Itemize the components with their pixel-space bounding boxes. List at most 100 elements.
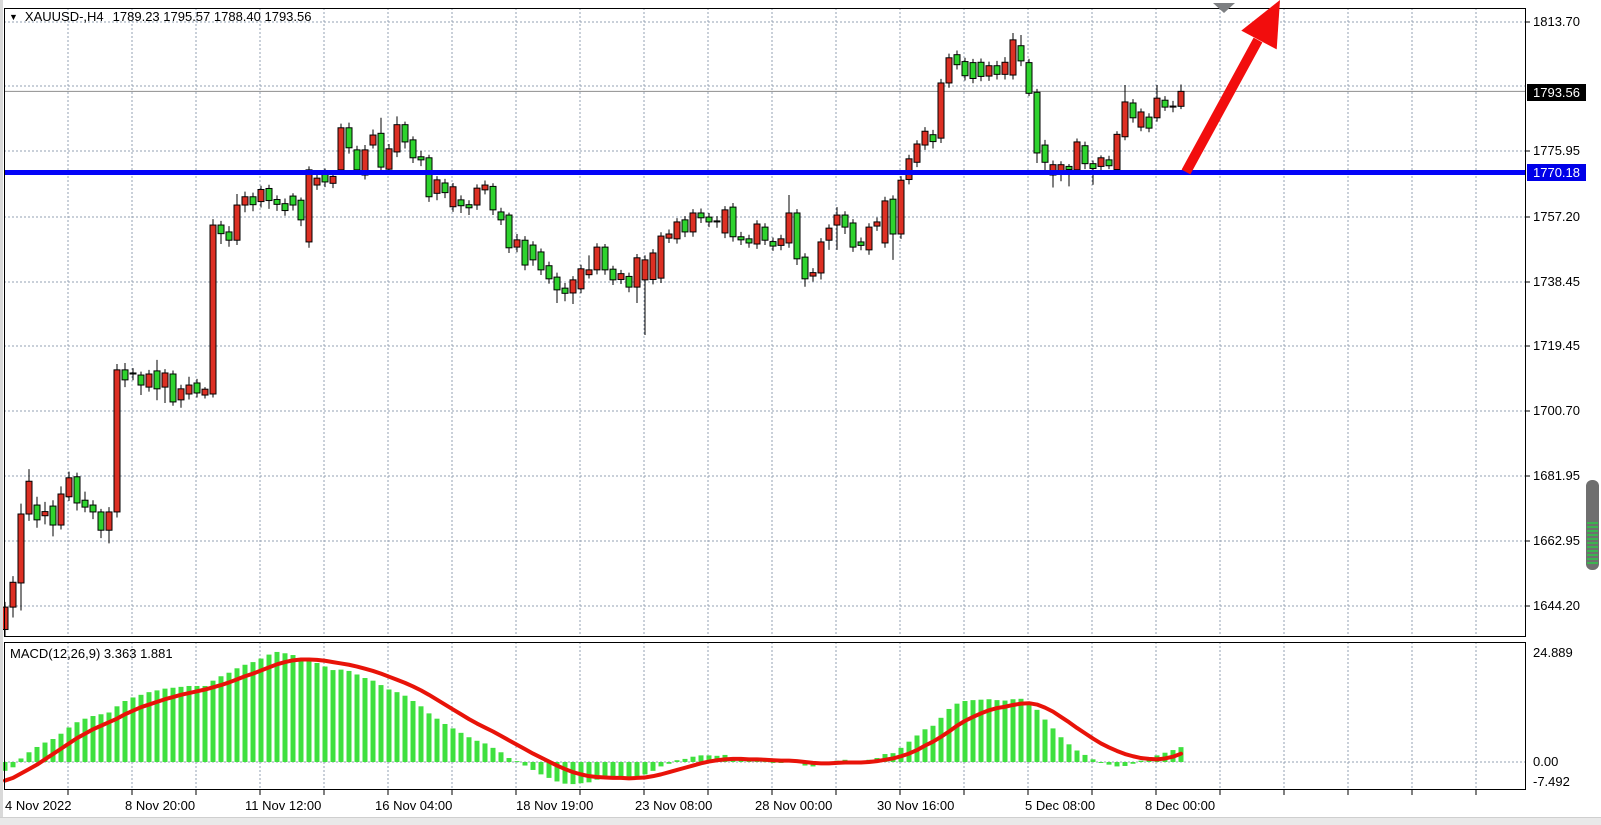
trend-arrow-shaft[interactable] [1186, 40, 1258, 172]
candle-up [914, 144, 920, 162]
price-axis-label: 1738.45 [1533, 274, 1580, 290]
time-axis-label: 18 Nov 19:00 [516, 798, 593, 813]
macd-histogram-bar [1059, 737, 1064, 762]
candle-up [370, 135, 376, 145]
macd-histogram-bar [955, 704, 960, 762]
time-axis-label: 8 Dec 00:00 [1145, 798, 1215, 813]
macd-histogram-bar [179, 687, 184, 762]
macd-histogram-bar [315, 663, 320, 762]
candle-down [626, 276, 632, 287]
candle-up [1122, 102, 1128, 137]
candle-down [546, 266, 552, 279]
time-axis-label: 11 Nov 12:00 [245, 798, 321, 813]
candle-down [506, 215, 512, 248]
time-axis-label: 5 Dec 08:00 [1025, 798, 1095, 813]
candle-down [354, 150, 360, 170]
candle-down [378, 133, 384, 167]
candle-up [178, 389, 184, 400]
candle-down [1082, 146, 1088, 164]
macd-histogram-bar [371, 681, 376, 762]
macd-histogram-bar [1099, 762, 1104, 763]
macd-histogram-bar [587, 762, 592, 782]
macd-histogram-bar [483, 743, 488, 762]
macd-histogram-bar [507, 758, 512, 762]
time-axis-label: 8 Nov 20:00 [125, 798, 195, 813]
macd-histogram-bar [1003, 701, 1008, 762]
candle-down [250, 197, 256, 205]
candle-up [394, 125, 400, 152]
macd-histogram-bar [683, 759, 688, 762]
candle-down [562, 288, 568, 293]
macd-histogram-bar [75, 722, 80, 762]
time-axis-label: 23 Nov 08:00 [635, 798, 712, 813]
macd-pane-border [5, 643, 1526, 790]
candle-down [978, 62, 984, 76]
macd-histogram-bar [411, 701, 416, 762]
macd-histogram-bar [19, 758, 24, 762]
macd-histogram-bar [435, 719, 440, 762]
candle-up [58, 494, 64, 525]
candle-up [866, 227, 872, 250]
macd-histogram-bar [523, 762, 528, 766]
horizontal-level-line[interactable] [4, 170, 1526, 175]
candle-down [858, 242, 864, 245]
macd-histogram-bar [307, 660, 312, 762]
candle-down [498, 212, 504, 220]
candle-down [458, 200, 464, 206]
candle-down [298, 200, 304, 220]
macd-histogram-bar [1083, 755, 1088, 762]
candle-up [306, 170, 312, 242]
candle-down [1162, 100, 1168, 107]
candle-down [266, 188, 272, 200]
candle-up [898, 180, 904, 234]
candle-up [26, 481, 32, 514]
macd-histogram-bar [91, 716, 96, 762]
candle-up [634, 258, 640, 287]
scrollbar-thumb[interactable] [1586, 480, 1599, 570]
candle-down [842, 215, 848, 227]
macd-histogram-bar [83, 719, 88, 762]
macd-histogram-bar [403, 696, 408, 762]
candle-down [954, 55, 960, 65]
macd-histogram-bar [267, 655, 272, 762]
price-axis-label: 1644.20 [1533, 598, 1580, 614]
candle-down [274, 200, 280, 205]
chart-canvas[interactable] [0, 0, 1601, 825]
macd-histogram-bar [387, 690, 392, 762]
candle-up [314, 178, 320, 185]
macd-histogram-bar [1115, 762, 1120, 766]
macd-axis-label: 24.889 [1533, 645, 1573, 661]
macd-histogram-bar [347, 671, 352, 762]
candle-up [570, 280, 576, 293]
candle-up [690, 213, 696, 232]
macd-histogram-bar [1075, 751, 1080, 762]
candle-up [434, 180, 440, 193]
candle-up [594, 247, 600, 270]
candle-up [162, 373, 168, 387]
candle-up [258, 190, 264, 202]
macd-histogram-bar [379, 685, 384, 762]
macd-histogram-bar [1131, 762, 1136, 764]
candle-down [698, 213, 704, 218]
candle-up [18, 514, 24, 583]
candle-up [474, 188, 480, 205]
candle-up [186, 385, 192, 394]
macd-histogram-bar [1123, 762, 1128, 766]
macd-histogram-bar [1139, 761, 1144, 762]
candle-down [1042, 145, 1048, 162]
candle-up [826, 228, 832, 240]
macd-histogram-bar [355, 674, 360, 762]
symbol-timeframe-label: XAUUSD-,H4 [25, 9, 104, 24]
candle-up [234, 205, 240, 240]
candle-down [170, 374, 176, 402]
candle-up [1074, 142, 1080, 170]
candle-down [762, 227, 768, 240]
macd-histogram-bar [235, 668, 240, 762]
macd-histogram-bar [227, 673, 232, 762]
window-left-edge [0, 0, 3, 818]
macd-histogram-bar [123, 701, 128, 762]
candle-down [1106, 160, 1112, 166]
candle-up [514, 240, 520, 247]
candle-down [994, 66, 1000, 75]
candle-up [1170, 106, 1176, 107]
